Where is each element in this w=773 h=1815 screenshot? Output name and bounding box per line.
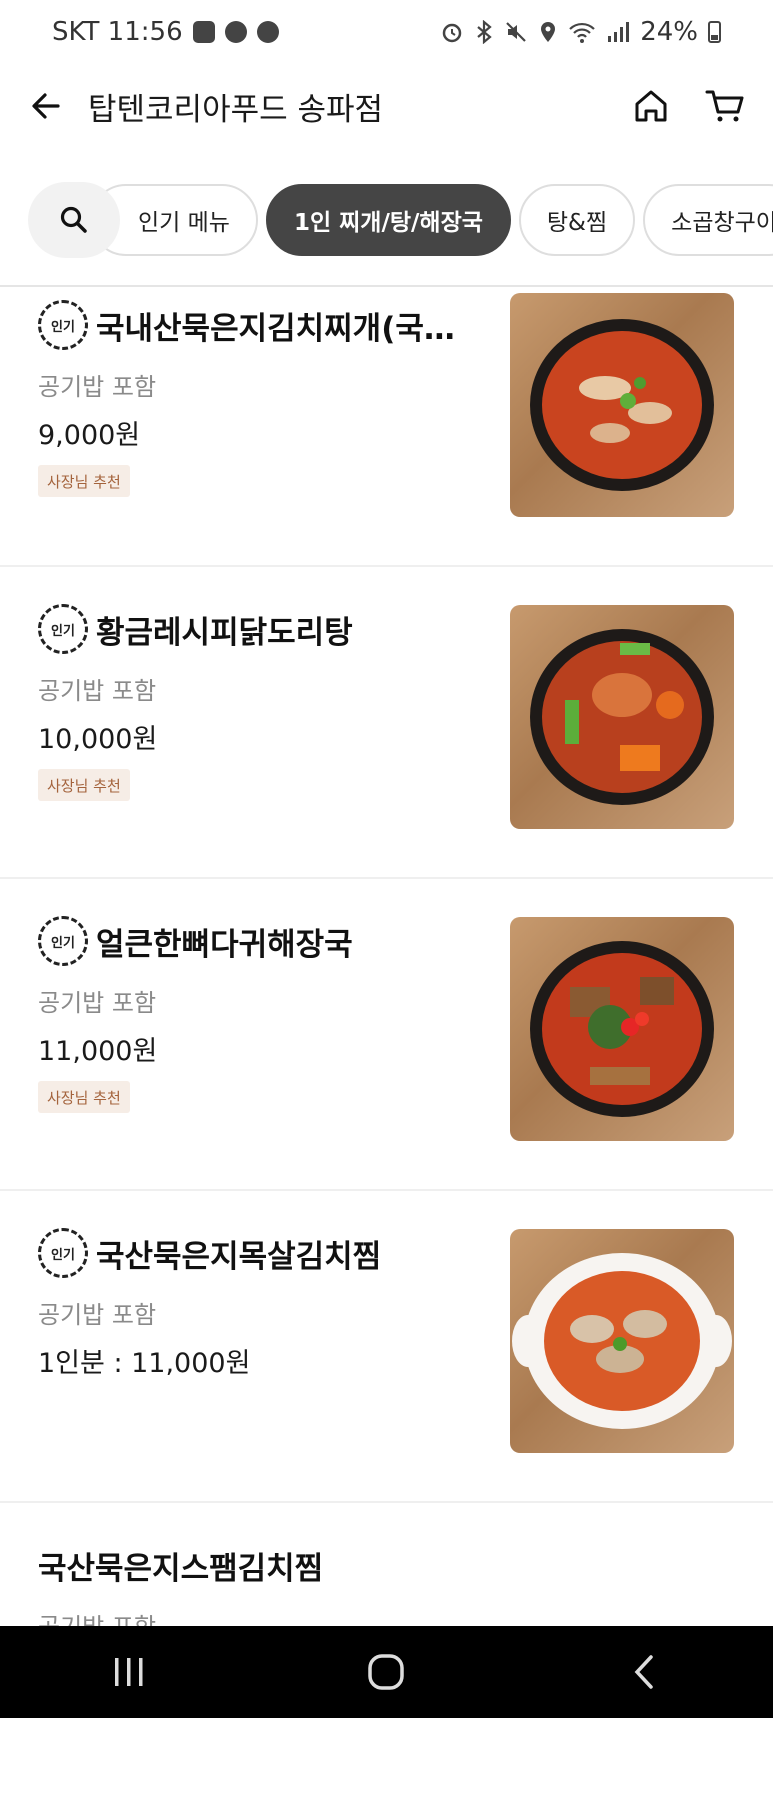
page-title: 탑텐코리아푸드 송파점 [88,91,384,128]
menu-item-price: 1인분 : 11,000원 [38,1348,251,1379]
menu-item-photo [510,917,734,1141]
calendar-icon [192,21,215,43]
location-icon [541,22,556,42]
search-icon [60,206,87,233]
menu-item-price: 11,000원 [38,1036,158,1067]
menu-list: 인기 국내산묵은지김치찌개(국내산돼지고기) 공기밥 포함 9,000원 사장님… [0,287,773,1815]
menu-item-name: 황금레시피닭도리탕 [96,614,353,651]
popular-badge-icon: 인기 [38,916,88,966]
mute-icon [506,22,526,42]
app-header: 탑텐코리아푸드 송파점 [0,64,773,148]
home-nav-icon[interactable] [356,1642,416,1702]
recommend-badge: 사장님 추천 [38,769,130,801]
menu-item[interactable]: 인기 황금레시피닭도리탕 공기밥 포함 10,000원 사장님 추천 [0,567,773,879]
category-tabs: 인기 메뉴 1인 찌개/탕/해장국 탕&찜 소곱창구이 [0,178,773,262]
bluetooth-icon [477,20,492,44]
menu-item-photo [510,605,734,829]
cart-icon[interactable] [703,84,747,128]
menu-item-photo [510,1229,734,1453]
menu-item-name: 얼큰한뼈다귀해장국 [96,926,353,963]
status-bar: SKT 11:56 24% [0,0,773,64]
menu-item-price: 10,000원 [38,724,158,755]
carrier-time: SKT 11:56 [52,17,183,47]
home-icon[interactable] [629,84,673,128]
battery-icon [708,21,721,43]
tab-beef-tripe[interactable]: 소곱창구이 [643,184,773,256]
menu-item[interactable]: 인기 국내산묵은지김치찌개(국내산돼지고기) 공기밥 포함 9,000원 사장님… [0,287,773,567]
signal-icon [608,22,630,42]
menu-item-name: 국산묵은지목살김치찜 [96,1238,382,1275]
recommend-badge: 사장님 추천 [38,465,130,497]
popular-badge-icon: 인기 [38,300,88,350]
menu-item-desc: 공기밥 포함 [38,1301,157,1329]
menu-item-name: 국내산묵은지김치찌개(국내산돼지고기) [96,310,476,347]
menu-item-desc: 공기밥 포함 [38,677,157,705]
menu-item-name: 국산묵은지스팸김치찜 [38,1551,324,1587]
menu-item-desc: 공기밥 포함 [38,373,157,401]
recommend-badge: 사장님 추천 [38,1081,130,1113]
menu-item-price: 9,000원 [38,420,141,451]
back-nav-icon[interactable] [614,1642,674,1702]
search-button[interactable] [28,182,120,258]
back-arrow-icon[interactable] [26,86,66,126]
wear-icon [256,21,279,43]
tab-single-stew[interactable]: 1인 찌개/탕/해장국 [265,184,511,256]
battery-percent: 24% [640,17,698,47]
menu-item-desc: 공기밥 포함 [38,989,157,1017]
menu-item[interactable]: 인기 얼큰한뼈다귀해장국 공기밥 포함 11,000원 사장님 추천 [0,879,773,1191]
car-icon [224,21,247,43]
tab-soup-braise[interactable]: 탕&찜 [518,184,636,256]
system-nav-bar [0,1626,773,1718]
popular-badge-icon: 인기 [38,604,88,654]
recent-apps-icon[interactable] [99,1642,159,1702]
wifi-icon [569,22,595,43]
alarm-icon [442,23,462,43]
popular-badge-icon: 인기 [38,1228,88,1278]
menu-item[interactable]: 인기 국산묵은지목살김치찜 공기밥 포함 1인분 : 11,000원 [0,1191,773,1503]
menu-item-photo [510,293,734,517]
